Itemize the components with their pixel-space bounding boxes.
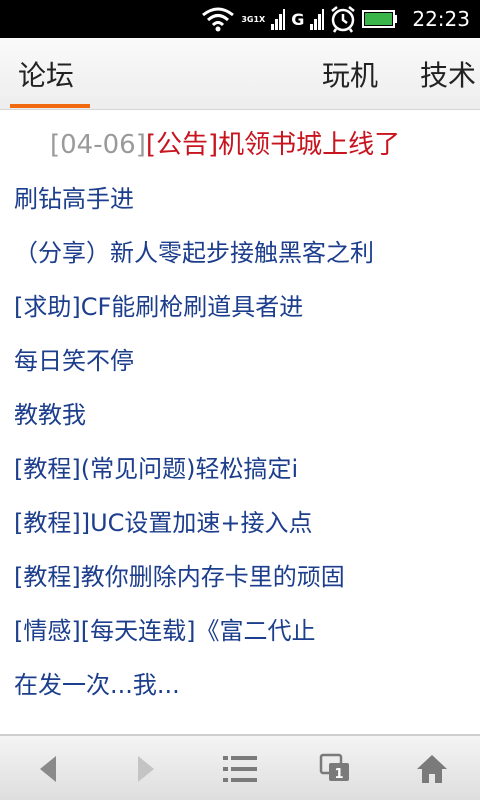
windows-icon: 1	[319, 753, 349, 782]
announcement-date: [04-06]	[50, 130, 146, 160]
back-button[interactable]	[8, 736, 88, 800]
post-link[interactable]: [教程]教你删除内存卡里的顽固	[14, 550, 474, 604]
post-link[interactable]: 在发一次...我...	[14, 658, 474, 712]
post-link[interactable]: 刷钻高手进	[14, 172, 474, 226]
home-icon	[417, 755, 447, 783]
windows-count: 1	[334, 767, 343, 782]
back-arrow-icon	[40, 756, 56, 782]
battery-icon	[362, 10, 398, 28]
network-type-bottom: 1X	[253, 14, 266, 24]
post-link[interactable]: 每日笑不停	[14, 334, 474, 388]
post-link[interactable]: [求助]CF能刷枪刷道具者进	[14, 280, 474, 334]
post-link[interactable]: 教教我	[14, 388, 474, 442]
alarm-icon	[330, 5, 356, 33]
network-g-label: G	[291, 9, 305, 29]
announcement-link[interactable]: [04-06][公告]机领书城上线了	[50, 124, 400, 161]
forum-content: [04-06][公告]机领书城上线了 刷钻高手进 （分享）新人零起步接触黑客之利…	[0, 110, 480, 734]
status-bar: 3G 1X G 22:23	[0, 0, 480, 38]
tab-forum[interactable]: 论坛	[18, 38, 74, 110]
bottom-toolbar: 1	[0, 734, 480, 800]
forward-button[interactable]	[106, 736, 186, 800]
post-list: 刷钻高手进 （分享）新人零起步接触黑客之利 [求助]CF能刷枪刷道具者进 每日笑…	[14, 172, 474, 712]
post-link[interactable]: [情感][每天连载]《富二代止	[14, 604, 474, 658]
tab-play[interactable]: 玩机	[322, 38, 378, 110]
tab-tech[interactable]: 技术	[420, 38, 476, 110]
menu-list-icon	[223, 756, 257, 782]
windows-button[interactable]: 1	[296, 736, 376, 800]
signal-bars-icon	[310, 8, 325, 30]
menu-button[interactable]	[200, 736, 280, 800]
post-link[interactable]: （分享）新人零起步接触黑客之利	[14, 226, 474, 280]
home-button[interactable]	[392, 736, 472, 800]
post-link[interactable]: [教程](常见问题)轻松搞定i	[14, 442, 474, 496]
network-type-top: 3G	[241, 14, 254, 24]
forward-arrow-icon	[138, 756, 154, 782]
tab-bar: 论坛 玩机 技术	[0, 38, 480, 110]
selected-tab-indicator	[10, 104, 90, 108]
announcement-title: [公告]机领书城上线了	[145, 130, 401, 160]
clock: 22:23	[412, 7, 470, 31]
post-link[interactable]: [教程]]UC设置加速+接入点	[14, 496, 474, 550]
network-type-indicator: 3G 1X	[241, 15, 265, 24]
signal-icon	[271, 8, 286, 30]
wifi-icon	[201, 6, 235, 32]
